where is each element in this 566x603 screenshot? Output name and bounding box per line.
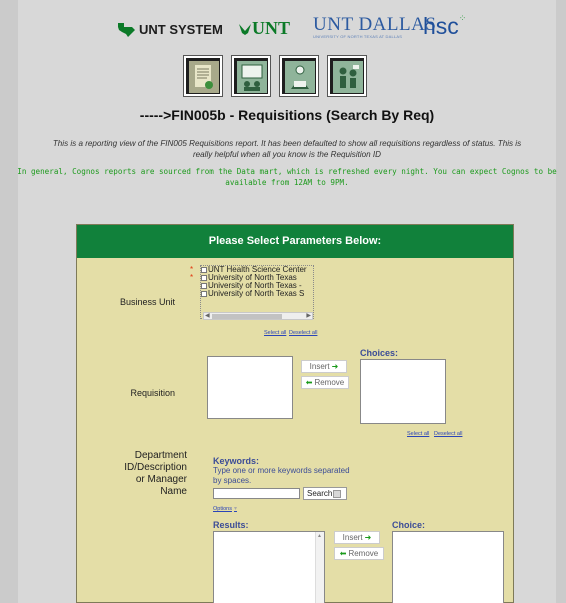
- results-label: Results:: [213, 520, 249, 530]
- business-unit-option[interactable]: University of North Texas: [201, 274, 313, 282]
- texas-shape-icon: [118, 23, 135, 37]
- people-icon[interactable]: [327, 55, 367, 97]
- unt-dallas-logo[interactable]: UNT DALLAS UNIVERSITY OF NORTH TEXAS AT …: [313, 14, 436, 39]
- keywords-help: Type one or more keywords separated by s…: [213, 466, 350, 485]
- checkbox[interactable]: [201, 267, 207, 273]
- requisition-label: Requisition: [130, 388, 175, 398]
- scrollbar-thumb[interactable]: [212, 314, 282, 319]
- sparkle-icon: ⁘: [458, 13, 467, 23]
- options-link[interactable]: Options ▾: [213, 505, 237, 512]
- business-unit-label: Business Unit: [119, 297, 175, 307]
- scroll-left-icon[interactable]: ◀: [205, 312, 210, 319]
- parameter-panel: Please Select Parameters Below: Business…: [76, 224, 514, 603]
- checkbox[interactable]: [201, 291, 207, 297]
- choice-list[interactable]: [392, 531, 504, 603]
- results-list[interactable]: [213, 531, 325, 603]
- keywords-input[interactable]: [213, 488, 300, 499]
- hsc-logo[interactable]: hsc⁘: [423, 13, 466, 40]
- business-unit-option[interactable]: UNT Health Science Center: [201, 266, 313, 274]
- requisition-remove-button[interactable]: ⬅ Remove: [301, 376, 349, 389]
- unt-logo[interactable]: UNT: [238, 18, 290, 39]
- page-background: UNT SYSTEM UNT UNT DALLAS UNIVERSITY OF …: [17, 0, 557, 603]
- business-unit-deselect-all-link[interactable]: Deselect all: [289, 330, 317, 336]
- graduate-icon[interactable]: [279, 55, 319, 97]
- required-marker: *: [190, 273, 194, 282]
- unt-system-logo[interactable]: UNT SYSTEM: [116, 21, 223, 37]
- department-label: Department ID/Description or Manager Nam…: [124, 450, 187, 497]
- presentation-icon[interactable]: [231, 55, 271, 97]
- checkbox[interactable]: [201, 283, 207, 289]
- requisition-select-all-link[interactable]: Select all: [407, 431, 429, 437]
- eagle-icon: [239, 24, 251, 35]
- report-document-icon[interactable]: [183, 55, 223, 97]
- arrow-left-icon: ⬅: [305, 378, 313, 387]
- requisition-choices-label: Choices:: [360, 348, 399, 358]
- business-unit-option[interactable]: University of North Texas S: [201, 290, 313, 298]
- panel-header: Please Select Parameters Below:: [77, 225, 513, 258]
- logo-bar: UNT SYSTEM UNT UNT DALLAS UNIVERSITY OF …: [18, 12, 556, 48]
- requisition-deselect-all-link[interactable]: Deselect all: [434, 431, 462, 437]
- business-unit-list[interactable]: UNT Health Science Center University of …: [200, 265, 314, 320]
- search-icon: [333, 489, 342, 498]
- choice-label: Choice:: [392, 520, 426, 530]
- report-description: This is a reporting view of the FIN005 R…: [52, 139, 522, 159]
- requisition-insert-button[interactable]: Insert ➜: [301, 360, 347, 373]
- checkbox[interactable]: [201, 275, 207, 281]
- department-insert-button[interactable]: Insert ➜: [334, 531, 380, 544]
- business-unit-option[interactable]: University of North Texas -: [201, 282, 313, 290]
- department-remove-button[interactable]: ⬅ Remove: [334, 547, 384, 560]
- scroll-right-icon[interactable]: ▶: [306, 312, 311, 319]
- search-button[interactable]: Search: [303, 487, 347, 500]
- vertical-scrollbar[interactable]: [315, 532, 324, 603]
- horizontal-scrollbar[interactable]: ◀ ▶: [203, 312, 313, 320]
- chevron-down-icon: ▾: [233, 506, 237, 512]
- cognos-availability-note: In general, Cognos reports are sourced f…: [17, 167, 557, 187]
- requisition-input[interactable]: [207, 356, 293, 419]
- business-unit-select-all-link[interactable]: Select all: [264, 330, 286, 336]
- keywords-label: Keywords:: [213, 456, 260, 466]
- page-title: ----->FIN005b - Requisitions (Search By …: [139, 107, 435, 123]
- requisition-choices-list[interactable]: [360, 359, 446, 424]
- arrow-right-icon: ➜: [331, 362, 339, 371]
- arrow-right-icon: ➜: [364, 533, 372, 542]
- arrow-left-icon: ⬅: [339, 549, 347, 558]
